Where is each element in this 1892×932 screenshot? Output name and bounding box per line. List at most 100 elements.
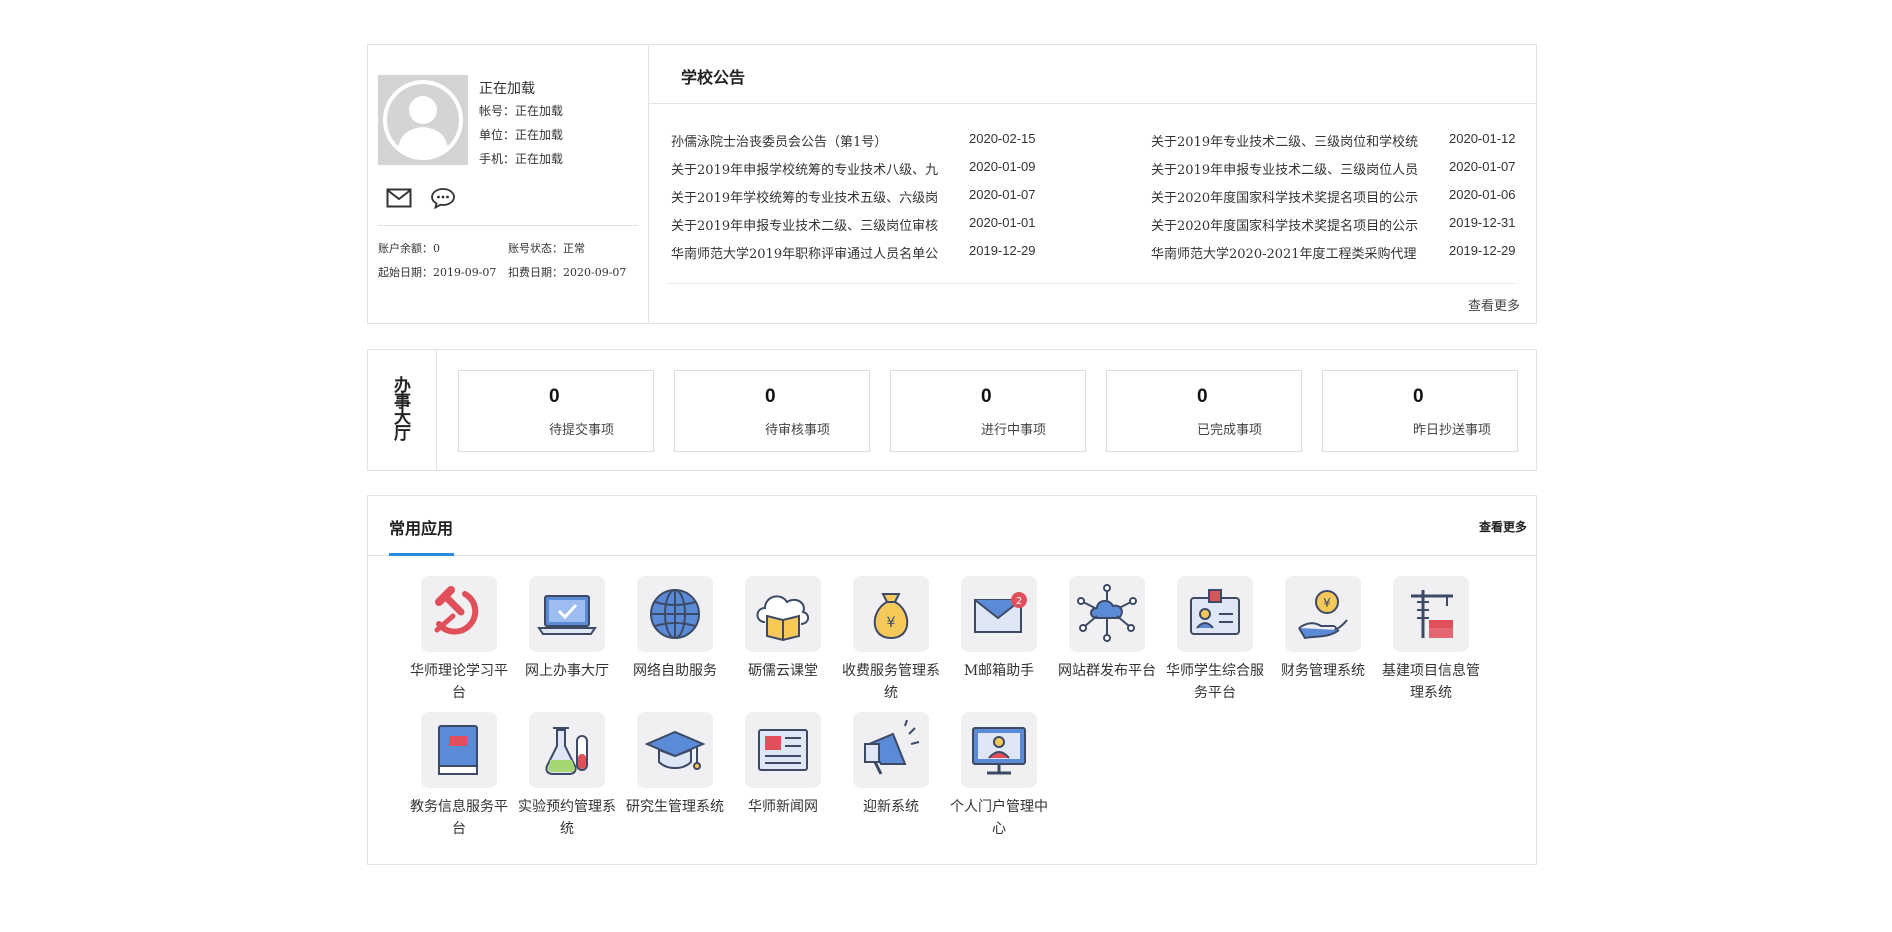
cloud-book-icon [756,595,809,642]
stat-label: 待提交事项 [549,423,615,438]
stat-count: 0 [765,386,776,407]
app-label: 研究生管理系统 [626,799,724,815]
user-name: 正在加载 [479,81,535,97]
stat-card[interactable]: 0 进行中事项 [890,370,1086,452]
app-icon-box [1069,576,1145,652]
money-bag-icon: ¥ [873,593,909,640]
app-label: 华师学生综合服务平台 [1166,663,1264,701]
unread-badge: 2 [1016,596,1022,607]
app-label: 基建项目信息管理系统 [1382,663,1480,701]
start-date-value: 2019-09-07 [433,266,497,279]
divider [667,283,1518,284]
app-icon-box [1393,576,1469,652]
notice-item-date: 2020-02-15 [969,131,1036,146]
app-icon-box: ¥ [1285,576,1361,652]
laptop-check-icon [537,595,597,635]
notice-item-date: 2020-01-07 [1449,159,1516,174]
app-label: 网上办事大厅 [525,663,609,679]
notice-item-title: 华南师范大学2020-2021年度工程类采购代理 [1151,247,1417,262]
stat-count: 0 [1413,386,1424,407]
app-label: 网站群发布平台 [1058,663,1156,679]
stat-label: 进行中事项 [981,423,1047,438]
app-icon-box [961,712,1037,788]
app-label: 收费服务管理系统 [842,663,940,701]
apps-header: 常用应用 查看更多 [368,496,1536,556]
notice-title: 学校公告 [681,68,746,87]
balance-value: 0 [433,242,440,255]
stat-label: 昨日抄送事项 [1413,423,1492,438]
mail-icon[interactable] [386,187,412,209]
user-unit: 单位：正在加载 [479,128,564,142]
stat-card[interactable]: 0 待审核事项 [674,370,870,452]
newspaper-icon [758,729,808,771]
app-icon-box: 2 [961,576,1037,652]
app-icon-box [745,576,821,652]
stat-count: 0 [549,386,560,407]
apps-title: 常用应用 [389,519,454,538]
chat-icon[interactable] [430,187,456,209]
notice-board: 学校公告 孙儒泳院士治丧委员会公告（第1号） 2020-02-15 关于2019年专… [649,45,1536,323]
app-label: 砺儒云课堂 [748,663,818,679]
notice-item-title: 关于2019年学校统筹的专业技术五级、六级岗 [671,191,939,206]
svg-text:¥: ¥ [887,615,896,631]
book-icon [438,725,478,775]
crane-icon [1411,590,1453,638]
notice-item[interactable]: 关于2019年专业技术二级、三级岗位和学校统 2020-01-12 [1151,131,1521,150]
hand-coin-icon: ¥ [1298,590,1348,640]
service-hall-title: 办事大厅 [394,376,411,444]
notice-item-title: 关于2020年度国家科学技术奖提名项目的公示 [1151,219,1419,234]
app-label: M邮箱助手 [963,663,1035,679]
active-tab-indicator [389,553,454,556]
globe-icon [650,589,700,639]
stat-card[interactable]: 0 待提交事项 [458,370,654,452]
notice-item[interactable]: 关于2019年申报专业技术二级、三级岗位审核 2020-01-01 [671,215,1041,234]
app-label: 教务信息服务平台 [410,799,508,837]
stat-card[interactable]: 0 已完成事项 [1106,370,1302,452]
profile-notice-panel: 正在加载 帐号：正在加载 单位：正在加载 手机：正在加载 账户余额：0 账号状态… [367,44,1537,324]
status-info: 账号状态：正常 [508,240,585,256]
id-card-icon [1190,589,1240,635]
megaphone-icon [864,719,920,775]
notice-item-title: 关于2019年申报专业技术二级、三级岗位人员 [1151,163,1419,178]
notice-item[interactable]: 华南师范大学2019年职称评审通过人员名单公 2019-12-29 [671,243,1041,262]
app-icon-box: ¥ [853,576,929,652]
notice-item-title: 关于2020年度国家科学技术奖提名项目的公示 [1151,191,1419,206]
notice-item[interactable]: 关于2019年申报专业技术二级、三级岗位人员 2020-01-07 [1151,159,1521,178]
notice-item-title: 关于2019年专业技术二级、三级岗位和学校统 [1151,135,1419,150]
notice-item-date: 2020-01-12 [1449,131,1516,146]
notice-item-date: 2019-12-29 [969,243,1036,258]
app-label: 个人门户管理中心 [950,799,1048,837]
svg-text:¥: ¥ [1323,596,1331,610]
notice-item[interactable]: 关于2019年学校统筹的专业技术五级、六级岗 2020-01-07 [671,187,1041,206]
stat-card[interactable]: 0 昨日抄送事项 [1322,370,1518,452]
apps-more-link[interactable]: 查看更多 [1479,518,1527,535]
charge-date-value: 2020-09-07 [563,266,627,279]
monitor-user-icon [972,727,1026,775]
status-value: 正常 [563,242,585,255]
charge-date-info: 扣费日期：2020-09-07 [508,264,626,280]
user-phone: 手机：正在加载 [479,152,564,166]
app-icon-box [421,712,497,788]
graduation-cap-icon [644,730,706,770]
service-hall-panel: 办事大厅 0 待提交事项 0 待审核事项 0 进行中事项 0 已完成事项 0 昨日抄送事项 [367,349,1537,471]
app-icon-box [637,576,713,652]
app-icon-box [529,576,605,652]
notice-item-date: 2020-01-09 [969,159,1036,174]
user-account: 帐号：正在加载 [479,104,564,118]
common-apps-panel: 常用应用 查看更多 华师理论学习平台 网上办事大厅 网络自助服务 砺儒云课堂 ¥ 收费服务… [367,495,1537,865]
app-label: 华师理论学习平台 [410,663,508,701]
notice-item[interactable]: 关于2020年度国家科学技术奖提名项目的公示 2020-01-06 [1151,187,1521,206]
notice-item[interactable]: 华南师范大学2020-2021年度工程类采购代理 2019-12-29 [1151,243,1521,262]
notice-item-date: 2020-01-06 [1449,187,1516,202]
notice-more-link[interactable]: 查看更多 [1468,295,1520,314]
start-date-label: 起始日期： [378,266,433,279]
hammer-sickle-icon [434,586,479,635]
app-icon-box [529,712,605,788]
app-label: 网络自助服务 [633,663,717,679]
notice-item[interactable]: 关于2019年申报学校统筹的专业技术八级、九 2020-01-09 [671,159,1041,178]
avatar[interactable] [378,75,468,165]
notice-item[interactable]: 孙儒泳院士治丧委员会公告（第1号） 2020-02-15 [671,131,1041,150]
notice-header: 学校公告 [649,45,1536,104]
notice-item[interactable]: 关于2020年度国家科学技术奖提名项目的公示 2019-12-31 [1151,215,1521,234]
app-icon-box [421,576,497,652]
